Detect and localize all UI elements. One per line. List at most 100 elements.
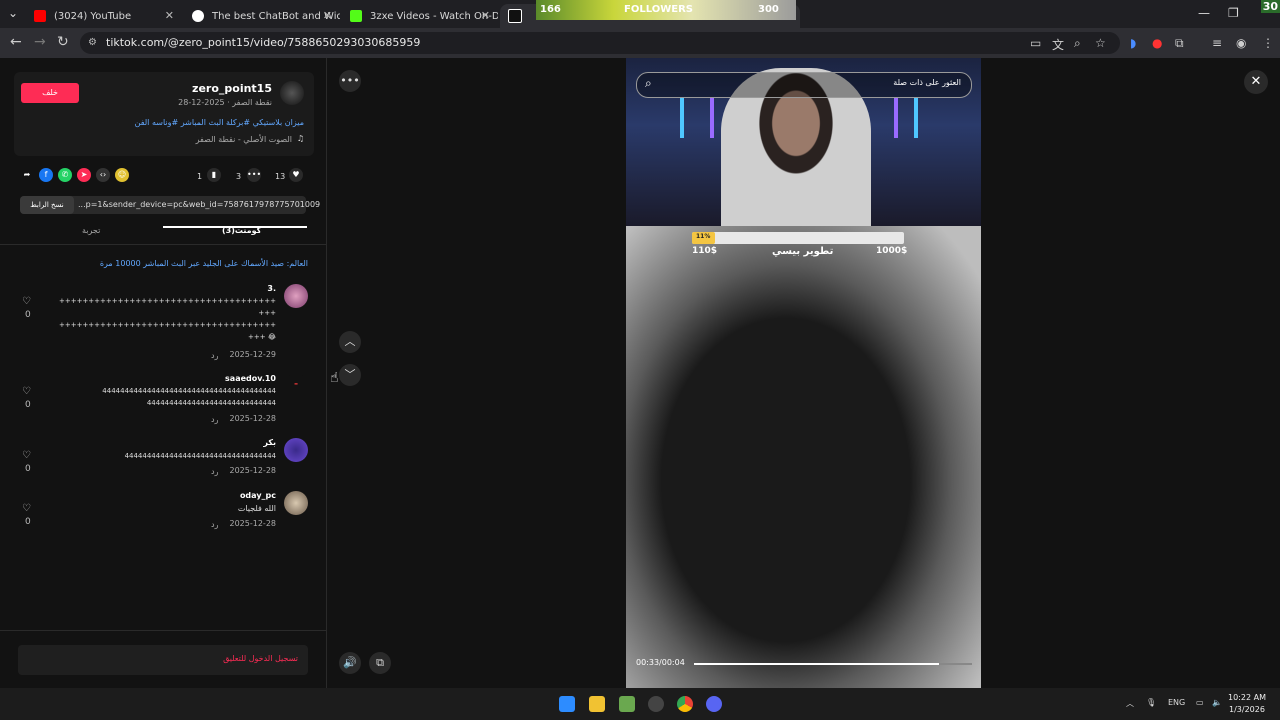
comment-like-count: 0: [25, 400, 31, 410]
next-video-chevron-down-icon[interactable]: ﹀: [339, 364, 361, 386]
tab-title: The best ChatBot and Widgets: [212, 10, 340, 22]
browser-tab-bar: ⌄ (3024) YouTube ✕ The best ChatBot and …: [0, 0, 1280, 28]
forward-icon[interactable]: →: [34, 34, 46, 50]
url-field[interactable]: ⚙ tiktok.com/@zero_point15/video/7588650…: [80, 32, 1120, 54]
comment-like-heart-icon[interactable]: ♡: [22, 450, 31, 461]
share-icon[interactable]: ➦: [20, 168, 34, 182]
microphone-icon[interactable]: 🎙: [1146, 698, 1156, 707]
pip-icon[interactable]: ⧉: [369, 652, 391, 674]
commenter-name[interactable]: oday_pc: [240, 491, 276, 500]
comment-text-line: 444444444444444444444444444444444444444: [102, 387, 276, 395]
share-link-box: نسخ الرابط ...p=1&sender_device=pc&web_i…: [20, 196, 320, 214]
tab-title: (3024) YouTube: [54, 10, 132, 22]
reload-icon[interactable]: ↻: [57, 34, 69, 50]
commenter-name[interactable]: بكر: [263, 438, 276, 447]
tab-youtube[interactable]: (3024) YouTube ✕: [26, 4, 182, 28]
comment-like-heart-icon[interactable]: ♡: [22, 503, 31, 514]
whatsapp-icon[interactable]: ✆: [58, 168, 72, 182]
followers-label: FOLLOWERS: [624, 4, 693, 15]
comment-text-line: 44444444444444444444444444444: [146, 399, 276, 407]
video-search-bar[interactable]: ⌕ العثور على ذات صلة: [636, 72, 972, 98]
volume-icon[interactable]: 🔊: [339, 652, 361, 674]
menu-kebab-icon[interactable]: ⋮: [1262, 36, 1274, 50]
language-indicator[interactable]: ENG: [1168, 698, 1185, 707]
bookmark-star-icon[interactable]: ☆: [1095, 36, 1106, 50]
commenter-name[interactable]: saaedov.10: [225, 374, 276, 383]
comment-text-line: +++ 😂: [248, 333, 276, 341]
comment-icon[interactable]: •••: [247, 168, 261, 182]
chrome-icon[interactable]: [677, 696, 693, 712]
windows-taskbar: ︿ 🎙 ENG ▭ 🔈 10:22 AM 1/3/2026: [0, 688, 1280, 720]
extension-icon[interactable]: ◗: [1130, 36, 1136, 50]
search-icon[interactable]: ⌕: [645, 76, 652, 91]
login-prompt[interactable]: تسجيل الدخول للتعليق: [223, 654, 298, 663]
tray-chevron-up-icon[interactable]: ︿: [1126, 698, 1134, 709]
sound-label[interactable]: الصوت الأصلي - نقطة الصفر: [196, 135, 292, 144]
install-icon[interactable]: ▭: [1030, 36, 1041, 50]
post-info-card: خلف zero_point15 نقطة الصفر · 2025-12-28…: [14, 72, 314, 156]
comment-like-heart-icon[interactable]: ♡: [22, 386, 31, 397]
commenter-name[interactable]: 3.: [267, 284, 276, 293]
send-icon[interactable]: ➤: [77, 168, 91, 182]
commenter-avatar[interactable]: [284, 491, 308, 515]
minimize-button[interactable]: —: [1198, 6, 1210, 20]
author-name[interactable]: zero_point15: [192, 82, 272, 95]
embed-icon[interactable]: ‹›: [96, 168, 110, 182]
media-icon[interactable]: ≡: [1212, 36, 1222, 50]
neon-light: [710, 98, 714, 138]
extensions-puzzle-icon[interactable]: ⧉: [1175, 36, 1184, 51]
follow-button[interactable]: خلف: [21, 83, 79, 103]
facebook-icon[interactable]: f: [39, 168, 53, 182]
back-icon[interactable]: ←: [10, 34, 22, 50]
start-windows-icon[interactable]: [559, 696, 575, 712]
site-info-icon[interactable]: ⚙: [88, 32, 97, 54]
zoom-icon[interactable]: ⌕: [1074, 36, 1081, 51]
tab-chatbot[interactable]: The best ChatBot and Widgets ✕: [184, 4, 340, 28]
comment-date: 2025-12-28: [229, 414, 277, 423]
system-clock[interactable]: 10:22 AM 1/3/2026: [1228, 692, 1266, 716]
tab-videos[interactable]: 3zxe Videos - Watch On-Demand ✕: [342, 4, 498, 28]
previous-video-chevron-up-icon[interactable]: ︿: [339, 331, 361, 353]
promo-link[interactable]: العالم: صيد الأسماك على الجليد عبر البث …: [100, 259, 308, 268]
network-icon[interactable]: ▭: [1196, 698, 1204, 707]
tab-more-videos[interactable]: تجربة: [82, 226, 100, 235]
video-seek-bar[interactable]: [694, 663, 972, 665]
discord-icon[interactable]: [706, 696, 722, 712]
restore-button[interactable]: ❐: [1228, 6, 1239, 20]
store-icon[interactable]: [619, 696, 635, 712]
post-caption[interactable]: ميزان بلاستيكي #بركلة البث المباشر #وناس…: [135, 118, 304, 127]
login-to-comment-box[interactable]: تسجيل الدخول للتعليق: [18, 645, 308, 675]
translate-icon[interactable]: 文: [1052, 36, 1064, 53]
goal-title: تطوير بيسي: [772, 246, 834, 257]
extension-red-icon[interactable]: ●: [1152, 36, 1162, 50]
close-tab-icon[interactable]: ✕: [165, 9, 174, 22]
speaker-icon[interactable]: 🔈: [1212, 698, 1222, 707]
reply-link[interactable]: رد: [211, 467, 218, 476]
clock-date: 1/3/2026: [1229, 705, 1265, 714]
comment-like-count: 0: [25, 464, 31, 474]
reply-link[interactable]: رد: [211, 351, 218, 360]
bookmark-icon[interactable]: ▮: [207, 168, 221, 182]
close-icon[interactable]: ✕: [1244, 70, 1268, 94]
reply-link[interactable]: رد: [211, 520, 218, 529]
commenter-avatar[interactable]: [284, 284, 308, 308]
video-player[interactable]: ⌕ العثور على ذات صلة 11% 110$ تطوير بيسي…: [626, 58, 981, 688]
repost-icon[interactable]: ☺: [115, 168, 129, 182]
close-tab-icon[interactable]: ✕: [481, 9, 490, 22]
tab-search-icon[interactable]: ⌄: [8, 6, 18, 20]
commenter-avatar[interactable]: [284, 438, 308, 462]
author-avatar[interactable]: [280, 81, 304, 105]
app-icon[interactable]: [648, 696, 664, 712]
close-tab-icon[interactable]: ✕: [323, 9, 332, 22]
copy-link-button[interactable]: نسخ الرابط: [20, 196, 74, 214]
reply-link[interactable]: رد: [211, 415, 218, 424]
more-options-icon[interactable]: •••: [339, 70, 361, 92]
followers-current: 166: [540, 4, 561, 15]
commenter-avatar[interactable]: ▬: [284, 374, 308, 394]
comment-like-heart-icon[interactable]: ♡: [22, 296, 31, 307]
like-heart-icon[interactable]: ♥: [289, 168, 303, 182]
search-placeholder: العثور على ذات صلة: [893, 78, 961, 87]
file-explorer-icon[interactable]: [589, 696, 605, 712]
share-link-text[interactable]: ...p=1&sender_device=pc&web_id=758761797…: [78, 196, 320, 214]
profile-avatar-icon[interactable]: ◉: [1236, 36, 1246, 50]
